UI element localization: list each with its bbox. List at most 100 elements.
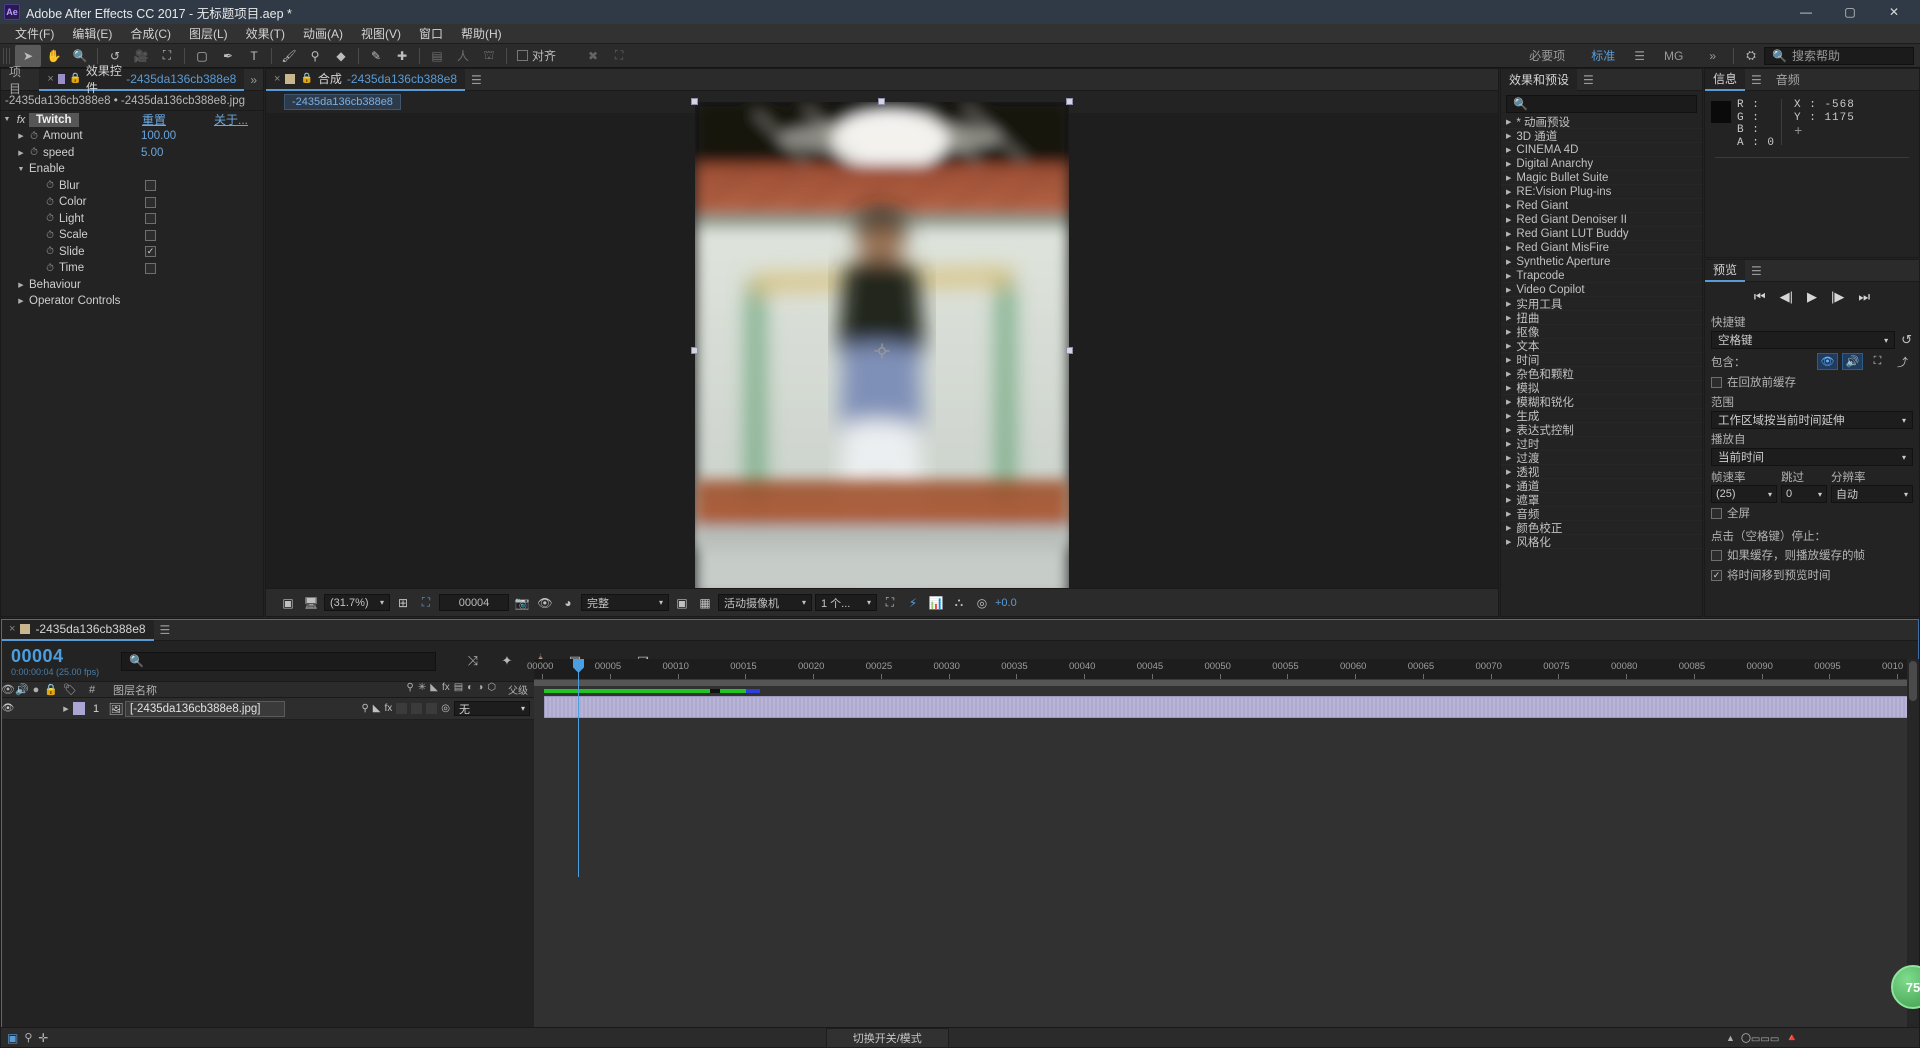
puppet-overlap-icon[interactable]: ✖ <box>580 45 606 67</box>
menu-item-7[interactable]: 窗口 <box>410 23 452 44</box>
stopwatch-icon[interactable]: ⏱ <box>43 213 57 224</box>
layer-duration-bar[interactable] <box>544 696 1909 718</box>
tab-audio[interactable]: 音频 <box>1768 69 1808 91</box>
comp-flowchart-icon[interactable]: ⛬ <box>949 593 969 613</box>
category-disclosure-icon[interactable]: ▶ <box>1506 146 1511 154</box>
effect-reset-link[interactable]: 重置 <box>142 111 166 128</box>
layer-3d-icon[interactable]: ◎ <box>441 703 450 714</box>
menu-item-0[interactable]: 文件(F) <box>6 23 63 44</box>
workspace-standard[interactable]: 标准 <box>1578 44 1628 68</box>
property-value[interactable]: 100.00 <box>141 130 176 142</box>
property-value[interactable]: 5.00 <box>141 147 163 159</box>
effect-controls-overflow-icon[interactable]: » <box>244 73 263 87</box>
timeline-search-input[interactable]: 🔍 <box>121 651 436 671</box>
property-checkbox[interactable] <box>145 196 156 208</box>
info-panel-menu-icon[interactable]: ☰ <box>1745 73 1768 87</box>
timeline-ruler[interactable]: 00000 00005 00010 00015 00020 00025 00030 00035… <box>527 659 1919 680</box>
camera-tool-icon[interactable]: 🎥 <box>128 45 154 67</box>
move-time-row[interactable]: 将时间移到预览时间 <box>1705 565 1919 585</box>
show-snapshot-icon[interactable]: 👁 <box>535 593 555 613</box>
category-disclosure-icon[interactable]: ▶ <box>1506 202 1511 210</box>
layer-quality-icon[interactable]: ◣ <box>373 703 381 714</box>
category-disclosure-icon[interactable]: ▶ <box>1506 342 1511 350</box>
toolbar-grip[interactable] <box>3 47 12 64</box>
fullscreen-checkbox[interactable] <box>1711 507 1722 519</box>
lock-icon[interactable]: 🔒 <box>69 73 81 84</box>
toggle-transparency-grid-icon[interactable]: ▦ <box>695 593 715 613</box>
table-row[interactable]: 👁 ▶ 1 🖼 [-2435da136cb388e8.jpg] ⚲ ◣ fx ◎… <box>1 698 534 720</box>
effect-property-row[interactable]: ⏱ Slide <box>1 244 263 261</box>
cache-before-playback-row[interactable]: 在回放前缓存 <box>1705 372 1919 392</box>
category-disclosure-icon[interactable]: ▶ <box>1506 244 1511 252</box>
layer-video-toggle-icon[interactable]: 👁 <box>1 703 15 714</box>
play-icon[interactable]: ▶ <box>1807 289 1817 305</box>
choose-grid-guides-icon[interactable]: ⊞ <box>393 593 413 613</box>
effect-property-row[interactable]: ▶ Behaviour <box>1 277 263 294</box>
property-disclosure-icon[interactable]: ▶ <box>15 297 27 305</box>
effects-category-item[interactable]: ▶ Synthetic Aperture <box>1501 255 1702 269</box>
effect-property-row[interactable]: ▼ Enable <box>1 161 263 178</box>
menu-item-3[interactable]: 图层(L) <box>180 23 237 44</box>
always-preview-this-view-icon[interactable]: ▣ <box>278 593 298 613</box>
stopwatch-icon[interactable]: ⏱ <box>43 246 57 257</box>
composition-tab-close-icon[interactable]: × <box>274 73 280 85</box>
effects-search-input[interactable]: 🔍 <box>1506 95 1697 113</box>
workspace-settings-icon[interactable]: ⛭ <box>1738 45 1764 67</box>
resolution-select[interactable]: 完整 ▾ <box>581 594 669 611</box>
property-checkbox[interactable] <box>145 229 156 241</box>
tab-timeline-comp[interactable]: × -2435da136cb388e8 <box>1 618 154 641</box>
exposure-value[interactable]: +0.0 <box>995 597 1017 609</box>
puppet-starch-icon[interactable]: ⛶ <box>606 45 632 67</box>
effect-property-row[interactable]: ⏱ Color <box>1 194 263 211</box>
preview-panel-menu-icon[interactable]: ☰ <box>1745 264 1768 278</box>
current-frame-display[interactable]: 00004 <box>439 594 509 611</box>
current-time-indicator-line[interactable] <box>578 659 579 877</box>
property-disclosure-icon[interactable]: ▼ <box>15 166 27 173</box>
type-tool-icon[interactable]: T <box>241 45 267 67</box>
category-disclosure-icon[interactable]: ▶ <box>1506 412 1511 420</box>
menu-item-8[interactable]: 帮助(H) <box>452 23 511 44</box>
effects-category-item[interactable]: ▶ Red Giant <box>1501 199 1702 213</box>
fullscreen-row[interactable]: 全屏 <box>1705 503 1919 523</box>
effects-category-item[interactable]: ▶ Magic Bullet Suite <box>1501 171 1702 185</box>
pixel-aspect-correction-icon[interactable]: ⛶ <box>880 593 900 613</box>
menu-item-1[interactable]: 编辑(E) <box>63 23 121 44</box>
effect-property-row[interactable]: ▶ ⏱ Amount 100.00 <box>1 128 263 145</box>
effects-category-item[interactable]: ▶ 3D 通道 <box>1501 129 1702 143</box>
stopwatch-icon[interactable]: ⏱ <box>27 147 41 158</box>
help-search-box[interactable]: 🔍 搜索帮助 <box>1764 46 1914 65</box>
comp-mini-flowchart-icon[interactable]: ▣ <box>7 1031 18 1045</box>
motion-blur-bottom-icon[interactable]: ⚲ <box>24 1031 32 1044</box>
export-icon[interactable]: ⤴ <box>1892 353 1913 370</box>
property-checkbox[interactable] <box>145 213 156 225</box>
resize-handle-ml[interactable] <box>691 346 698 354</box>
tab-close-icon[interactable]: × <box>47 73 53 85</box>
effect-property-row[interactable]: ⏱ Light <box>1 211 263 228</box>
resize-handle-mr[interactable] <box>1066 346 1073 354</box>
tab-info[interactable]: 信息 <box>1705 68 1746 91</box>
hand-tool-icon[interactable]: ✋ <box>41 45 67 67</box>
pan-behind-tool-icon[interactable]: ⛶ <box>154 45 180 67</box>
snapping-checkbox[interactable] <box>517 50 528 61</box>
layer-shy-icon[interactable]: ⚲ <box>361 703 368 714</box>
effects-category-item[interactable]: ▶ Digital Anarchy <box>1501 157 1702 171</box>
effects-category-item[interactable]: ▶ CINEMA 4D <box>1501 143 1702 157</box>
category-disclosure-icon[interactable]: ▶ <box>1506 286 1511 294</box>
stopwatch-icon[interactable]: ⏱ <box>43 230 57 241</box>
effect-disclosure-icon[interactable]: ▼ <box>1 116 13 123</box>
effects-category-item[interactable]: ▶ Red Giant MisFire <box>1501 241 1702 255</box>
category-disclosure-icon[interactable]: ▶ <box>1506 118 1511 126</box>
reset-shortcut-icon[interactable]: ↺ <box>1901 332 1919 348</box>
take-snapshot-icon[interactable]: 📷 <box>512 593 532 613</box>
toggle-mask-visibility-icon[interactable]: ▣ <box>672 593 692 613</box>
effects-category-item[interactable]: ▶ Red Giant Denoiser II <box>1501 213 1702 227</box>
property-disclosure-icon[interactable]: ▶ <box>15 132 27 140</box>
category-disclosure-icon[interactable]: ▶ <box>1506 496 1511 504</box>
camera-view-select[interactable]: 活动摄像机 ▾ <box>718 594 812 611</box>
effect-property-row[interactable]: ▶ Operator Controls <box>1 293 263 310</box>
eye-icon[interactable]: 👁 <box>1817 353 1838 370</box>
brush-tool-icon[interactable]: 🖌 <box>276 45 302 67</box>
category-disclosure-icon[interactable]: ▶ <box>1506 188 1511 196</box>
property-checkbox[interactable] <box>145 180 156 192</box>
effects-panel-menu-icon[interactable]: ☰ <box>1577 73 1600 87</box>
